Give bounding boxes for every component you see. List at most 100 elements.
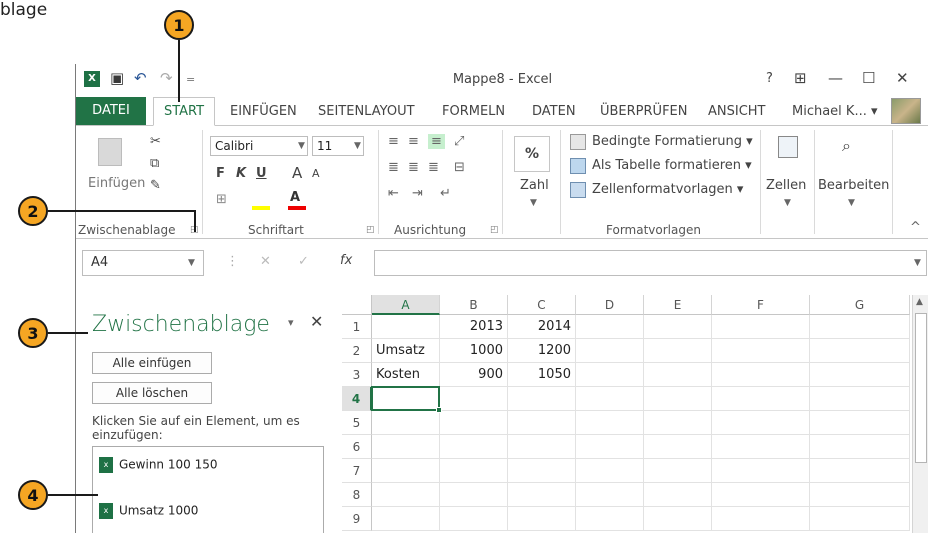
underline-button[interactable]: U — [256, 166, 267, 181]
tab-file[interactable]: DATEI — [76, 97, 146, 125]
cell-f9[interactable] — [712, 507, 810, 531]
paste-button[interactable]: Einfügen — [88, 176, 145, 191]
cell-d9[interactable] — [576, 507, 644, 531]
cell-f6[interactable] — [712, 435, 810, 459]
align-top-icon[interactable]: ≡ — [388, 134, 399, 149]
cell-g1[interactable] — [810, 315, 910, 339]
format-painter-icon[interactable]: ✎ — [150, 178, 161, 193]
column-header-g[interactable]: G — [810, 295, 910, 315]
cell-c1[interactable]: 2014 — [508, 315, 576, 339]
cell-c6[interactable] — [508, 435, 576, 459]
paste-all-button[interactable]: Alle einfügen — [92, 352, 212, 374]
pane-menu-icon[interactable]: ▾ — [288, 316, 294, 329]
cell-g3[interactable] — [810, 363, 910, 387]
font-color-icon[interactable] — [288, 206, 306, 210]
row-header-4[interactable]: 4 — [342, 387, 372, 411]
row-header-8[interactable]: 8 — [342, 483, 372, 507]
cell-g4[interactable] — [810, 387, 910, 411]
cell-a8[interactable] — [372, 483, 440, 507]
clear-all-button[interactable]: Alle löschen — [92, 382, 212, 404]
row-header-5[interactable]: 5 — [342, 411, 372, 435]
align-right-icon[interactable]: ≣ — [428, 160, 439, 175]
cell-a3[interactable]: Kosten — [372, 363, 440, 387]
cell-e1[interactable] — [644, 315, 712, 339]
cell-b1[interactable]: 2013 — [440, 315, 508, 339]
number-button[interactable]: Zahl — [520, 178, 549, 193]
pane-close-icon[interactable]: ✕ — [310, 312, 323, 331]
cell-f1[interactable] — [712, 315, 810, 339]
cell-c9[interactable] — [508, 507, 576, 531]
insert-function-icon[interactable]: fx — [340, 253, 352, 268]
cell-c3[interactable]: 1050 — [508, 363, 576, 387]
worksheet-grid[interactable]: ▲ A B C D E F G 1 2013 2014 2 Umsatz 1000 1200 3 Kosten… — [342, 295, 928, 533]
cell-c7[interactable] — [508, 459, 576, 483]
bold-button[interactable]: F — [216, 166, 225, 181]
row-header-2[interactable]: 2 — [342, 339, 372, 363]
column-header-b[interactable]: B — [440, 295, 508, 315]
cell-f4[interactable] — [712, 387, 810, 411]
tab-data[interactable]: DATEN — [532, 104, 576, 119]
cell-g5[interactable] — [810, 411, 910, 435]
cell-f3[interactable] — [712, 363, 810, 387]
close-icon[interactable]: ✕ — [896, 69, 909, 87]
cell-c8[interactable] — [508, 483, 576, 507]
cell-f8[interactable] — [712, 483, 810, 507]
row-header-3[interactable]: 3 — [342, 363, 372, 387]
cell-g8[interactable] — [810, 483, 910, 507]
tab-review[interactable]: ÜBERPRÜFEN — [600, 104, 687, 119]
cell-c4[interactable] — [508, 387, 576, 411]
cell-d2[interactable] — [576, 339, 644, 363]
cell-b3[interactable]: 900 — [440, 363, 508, 387]
tab-insert[interactable]: EINFÜGEN — [230, 104, 297, 119]
cell-b4[interactable] — [440, 387, 508, 411]
cell-d5[interactable] — [576, 411, 644, 435]
cell-d4[interactable] — [576, 387, 644, 411]
column-header-f[interactable]: F — [712, 295, 810, 315]
cell-b2[interactable]: 1000 — [440, 339, 508, 363]
cut-icon[interactable]: ✂ — [150, 134, 161, 149]
active-cell-outline[interactable] — [371, 386, 440, 411]
name-box[interactable]: A4 — [82, 250, 204, 276]
cell-e5[interactable] — [644, 411, 712, 435]
cell-e3[interactable] — [644, 363, 712, 387]
cell-e8[interactable] — [644, 483, 712, 507]
border-icon[interactable]: ⊞ — [216, 192, 227, 207]
cell-a6[interactable] — [372, 435, 440, 459]
align-center-icon[interactable]: ≣ — [408, 160, 419, 175]
cell-c2[interactable]: 1200 — [508, 339, 576, 363]
cell-d8[interactable] — [576, 483, 644, 507]
chevron-down-icon[interactable]: ▼ — [914, 258, 921, 268]
scroll-up-icon[interactable]: ▲ — [916, 297, 923, 307]
alignment-launcher-icon[interactable]: ◰ — [490, 225, 499, 235]
cell-a7[interactable] — [372, 459, 440, 483]
cell-styles-button[interactable]: Zellenformatvorlagen ▾ — [592, 182, 743, 197]
cell-b8[interactable] — [440, 483, 508, 507]
column-header-a[interactable]: A — [372, 295, 440, 315]
fill-color-icon[interactable] — [252, 206, 270, 210]
font-name-select[interactable]: Calibri — [210, 136, 308, 156]
cancel-icon[interactable]: ✕ — [260, 254, 271, 269]
chevron-down-icon[interactable]: ▼ — [298, 141, 305, 151]
chevron-down-icon[interactable]: ▼ — [848, 198, 855, 208]
paste-icon[interactable] — [98, 138, 122, 166]
column-header-d[interactable]: D — [576, 295, 644, 315]
help-icon[interactable]: ? — [766, 71, 773, 86]
avatar[interactable] — [891, 98, 921, 124]
minimize-icon[interactable]: — — [828, 69, 843, 87]
font-launcher-icon[interactable]: ◰ — [366, 225, 375, 235]
cell-f7[interactable] — [712, 459, 810, 483]
cell-b7[interactable] — [440, 459, 508, 483]
list-item[interactable]: x Umsatz 1000 — [99, 503, 198, 519]
cell-e6[interactable] — [644, 435, 712, 459]
cell-f2[interactable] — [712, 339, 810, 363]
cell-b5[interactable] — [440, 411, 508, 435]
tab-formulas[interactable]: FORMELN — [442, 104, 505, 119]
cell-b9[interactable] — [440, 507, 508, 531]
column-header-c[interactable]: C — [508, 295, 576, 315]
row-header-1[interactable]: 1 — [342, 315, 372, 339]
format-as-table-button[interactable]: Als Tabelle formatieren ▾ — [592, 158, 752, 173]
cell-a1[interactable] — [372, 315, 440, 339]
row-header-6[interactable]: 6 — [342, 435, 372, 459]
tab-start[interactable]: START — [153, 97, 215, 126]
cells-icon[interactable] — [778, 136, 798, 158]
